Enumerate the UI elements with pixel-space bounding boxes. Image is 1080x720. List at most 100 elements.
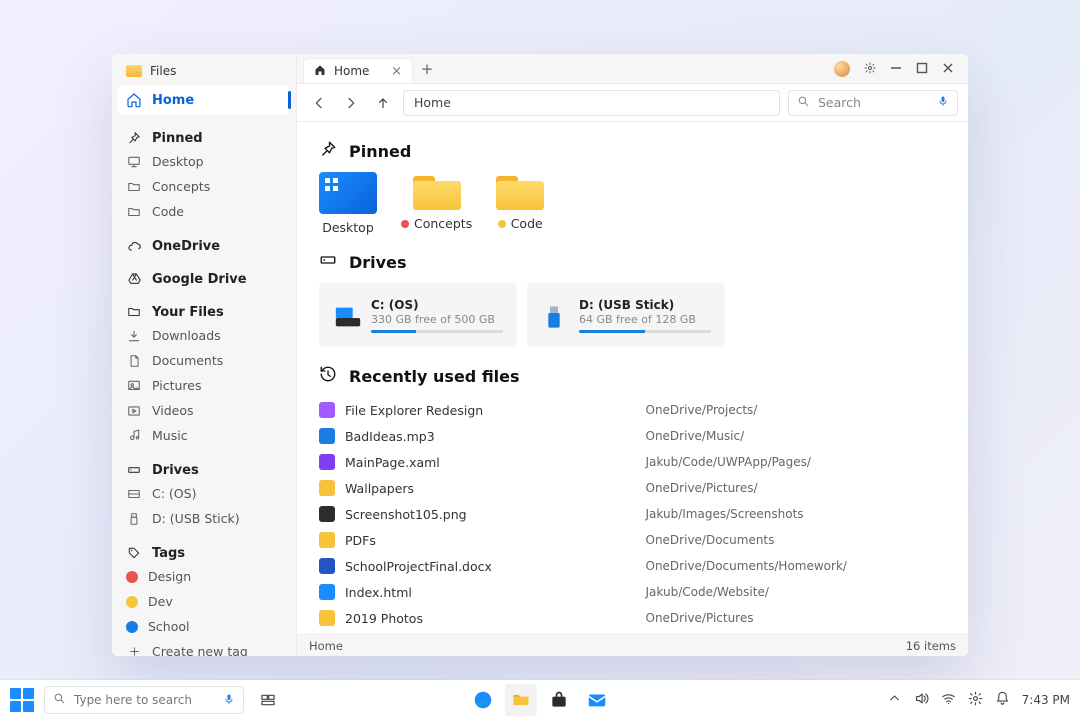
section-drives-header: Drives [319,251,946,273]
volume-icon[interactable] [914,691,929,709]
tab-close-button[interactable]: × [391,64,402,79]
search-icon [53,692,66,708]
address-bar[interactable]: Home [403,90,780,116]
recent-row[interactable]: Index.htmlJakub/Code/Website/ [319,579,946,605]
file-icon [319,532,335,548]
avatar[interactable] [834,61,850,77]
forward-button[interactable] [339,91,363,115]
recent-path: Jakub/Code/Website/ [646,585,947,599]
tabbar: Home × + [297,54,968,84]
drive-bar [371,330,503,333]
mic-icon[interactable] [223,693,235,708]
recent-name: File Explorer Redesign [345,403,646,418]
drive-name: C: (OS) [371,298,503,312]
pinned-item-concepts[interactable]: Concepts [401,172,472,235]
content-area: Pinned Desktop Concepts Code D [297,122,968,634]
sidebar-downloads[interactable]: Downloads [112,323,296,348]
recent-row[interactable]: File Explorer RedesignOneDrive/Projects/ [319,397,946,423]
sidebar-gdrive[interactable]: Google Drive [112,257,296,290]
sidebar-pinned-concepts[interactable]: Concepts [112,174,296,199]
drive-icon [126,462,142,478]
tab-label: Home [334,64,369,78]
sidebar-videos[interactable]: Videos [112,398,296,423]
notification-icon[interactable] [995,691,1010,709]
pictures-icon [126,378,142,394]
taskbar-app-files[interactable] [505,684,537,716]
recent-path: Jakub/Code/UWPApp/Pages/ [646,455,947,469]
folder-icon [126,179,142,195]
status-left: Home [309,639,343,653]
sidebar-pinned-header[interactable]: Pinned [112,116,296,149]
file-icon [319,454,335,470]
settings-button[interactable] [864,59,876,78]
recent-row[interactable]: 2019 PhotosOneDrive/Pictures [319,605,946,631]
folder-thumb [413,172,461,210]
drive-icon [319,251,337,273]
start-button[interactable] [10,688,34,712]
recent-row[interactable]: WallpapersOneDrive/Pictures/ [319,475,946,501]
up-button[interactable] [371,91,395,115]
taskbar-center [467,684,613,716]
sidebar-pinned-desktop[interactable]: Desktop [112,149,296,174]
sidebar-home-label: Home [152,93,194,108]
sidebar-tags-header[interactable]: Tags [112,531,296,564]
recent-row[interactable]: MainPage.xamlJakub/Code/UWPApp/Pages/ [319,449,946,475]
new-tab-button[interactable]: + [413,54,441,83]
app-name: Files [150,64,176,78]
mic-icon[interactable] [937,95,949,110]
sidebar-documents[interactable]: Documents [112,348,296,373]
sidebar-create-tag[interactable]: Create new tag [112,639,296,656]
sidebar-pinned-code[interactable]: Code [112,199,296,224]
sidebar-drives-header[interactable]: Drives [112,448,296,481]
recent-row[interactable]: SchoolProjectFinal.docxOneDrive/Document… [319,553,946,579]
taskbar-search[interactable]: Type here to search [44,686,244,714]
sidebar-tag-dev[interactable]: Dev [112,589,296,614]
maximize-button[interactable] [916,59,928,78]
home-icon [314,64,326,79]
settings-icon[interactable] [968,691,983,709]
close-button[interactable] [942,59,954,78]
recent-path: OneDrive/Projects/ [646,403,947,417]
sidebar-drive-c[interactable]: C: (OS) [112,481,296,506]
gdrive-icon [126,271,142,287]
sidebar-drive-d[interactable]: D: (USB Stick) [112,506,296,531]
recent-row[interactable]: BadIdeas.mp3OneDrive/Music/ [319,423,946,449]
sidebar-tag-design[interactable]: Design [112,564,296,589]
pinned-item-code[interactable]: Code [496,172,544,235]
wifi-icon[interactable] [941,691,956,709]
recent-row[interactable]: Screenshot105.pngJakub/Images/Screenshot… [319,501,946,527]
recent-row[interactable]: PDFsOneDrive/Documents [319,527,946,553]
tag-dot [126,596,138,608]
pinned-row: Desktop Concepts Code [319,172,946,235]
sidebar-music[interactable]: Music [112,423,296,448]
sidebar-tag-school[interactable]: School [112,614,296,639]
minimize-button[interactable] [890,59,902,78]
drive-card-c[interactable]: C: (OS) 330 GB free of 500 GB [319,283,517,347]
tray-chevron-icon[interactable] [887,691,902,709]
back-button[interactable] [307,91,331,115]
recent-name: SchoolProjectFinal.docx [345,559,646,574]
pin-icon [126,130,142,146]
sidebar-home[interactable]: Home [118,86,290,114]
search-placeholder: Search [818,95,861,110]
task-view-button[interactable] [254,686,282,714]
sidebar-onedrive[interactable]: OneDrive [112,224,296,257]
file-icon [319,584,335,600]
search-box[interactable]: Search [788,90,958,116]
taskbar-search-placeholder: Type here to search [74,693,192,707]
taskbar-app-edge[interactable] [467,684,499,716]
drive-card-d[interactable]: D: (USB Stick) 64 GB free of 128 GB [527,283,725,347]
sidebar-pictures[interactable]: Pictures [112,373,296,398]
taskbar-app-mail[interactable] [581,684,613,716]
taskbar-app-store[interactable] [543,684,575,716]
desktop-icon [126,154,142,170]
tag-dot [126,621,138,633]
sidebar-yourfiles-header[interactable]: Your Files [112,290,296,323]
sidebar: Files Home Pinned Desktop Concepts Code [112,54,297,656]
recent-path: OneDrive/Pictures/ [646,481,947,495]
pinned-item-desktop[interactable]: Desktop [319,172,377,235]
clock[interactable]: 7:43 PM [1022,693,1070,707]
files-window: Files Home Pinned Desktop Concepts Code [112,54,968,656]
usb-icon [126,511,142,527]
tab-home[interactable]: Home × [303,58,413,83]
